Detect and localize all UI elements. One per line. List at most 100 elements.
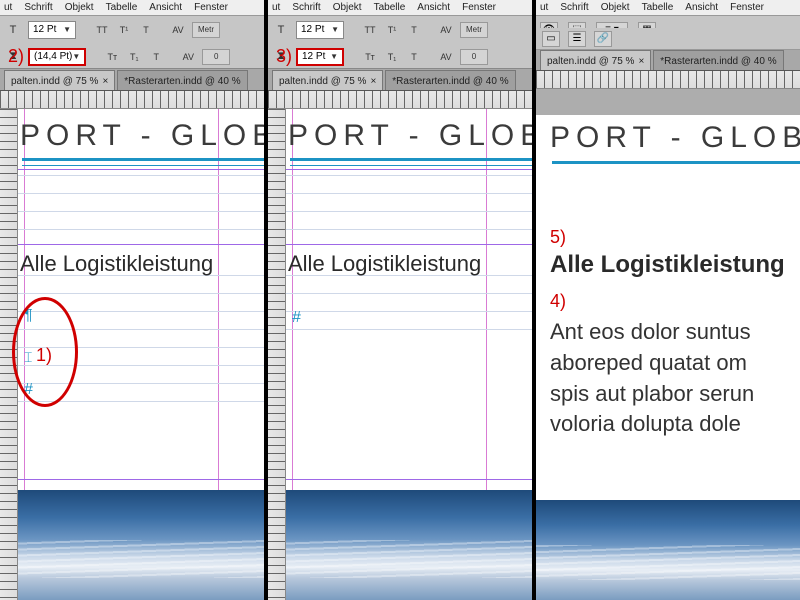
baseline: [18, 211, 264, 212]
menu-tabelle[interactable]: Tabelle: [374, 2, 406, 13]
tab-raster[interactable]: *Rasterarten.indd @ 40 %: [653, 50, 783, 70]
smallcaps-button[interactable]: Tᴛ: [104, 49, 120, 65]
menu-bar[interactable]: ut Schrift Objekt Tabelle Ansicht Fenste…: [268, 0, 532, 15]
kerning-field[interactable]: Metr: [460, 22, 488, 38]
layers-panel-icon[interactable]: ☰: [568, 31, 586, 47]
guide-h[interactable]: [18, 169, 264, 170]
document-canvas[interactable]: PORT - GLOBAL Alle Logistikleistung #: [286, 109, 532, 600]
tracking-field[interactable]: 0: [202, 49, 230, 65]
guide-h[interactable]: [286, 169, 532, 170]
baseline: [286, 329, 532, 330]
tab-active[interactable]: palten.indd @ 75 %×: [4, 70, 115, 90]
leading-field-highlighted[interactable]: 12 Pt▼: [296, 48, 344, 66]
annotation-4: 4): [550, 291, 566, 312]
links-panel-icon[interactable]: 🔗: [594, 31, 612, 47]
menu-fenster-fragment[interactable]: Fenster: [462, 2, 496, 13]
subscript-button[interactable]: T₁: [126, 49, 142, 65]
doc-title: PORT - GLOBAL: [288, 119, 532, 153]
guide-h[interactable]: [286, 244, 532, 245]
close-icon[interactable]: ×: [638, 56, 644, 67]
guide-h[interactable]: [286, 479, 532, 480]
menu-tabelle[interactable]: Tabelle: [642, 2, 674, 13]
menu-schrift[interactable]: Schrift: [560, 2, 588, 13]
close-icon[interactable]: ×: [102, 76, 108, 87]
body-line: Ant eos dolor suntus: [550, 317, 800, 348]
menu-schrift[interactable]: Schrift: [24, 2, 52, 13]
close-icon[interactable]: ×: [370, 76, 376, 87]
tab-active[interactable]: palten.indd @ 75 %×: [540, 50, 651, 70]
menu-edit-fragment[interactable]: ut: [540, 2, 548, 13]
tab-raster[interactable]: *Rasterarten.indd @ 40 %: [117, 70, 247, 90]
menu-objekt[interactable]: Objekt: [601, 2, 630, 13]
strike-button[interactable]: T: [138, 22, 154, 38]
page-area: PORT - GLOBAL Alle Logistikleistung ¶ ⌶ …: [0, 109, 264, 600]
ruler-horizontal[interactable]: [0, 91, 264, 109]
baseline: [18, 229, 264, 230]
ruler-horizontal[interactable]: [536, 71, 800, 89]
kerning-icon: AV: [438, 22, 454, 38]
tracking-field[interactable]: 0: [460, 49, 488, 65]
tracking-icon: AV: [438, 49, 454, 65]
allcaps-button[interactable]: TT: [94, 22, 110, 38]
underline-button[interactable]: T: [406, 49, 422, 65]
pages-panel-icon[interactable]: ▭: [542, 31, 560, 47]
menu-ansicht[interactable]: Ansicht: [149, 2, 182, 13]
ruler-horizontal[interactable]: [268, 91, 532, 109]
document-canvas[interactable]: PORT - GLOBAL Alle Logistikleistung ¶ ⌶ …: [18, 109, 264, 600]
panel-middle: ut Schrift Objekt Tabelle Ansicht Fenste…: [268, 0, 536, 600]
menu-tabelle[interactable]: Tabelle: [106, 2, 138, 13]
superscript-button[interactable]: T¹: [116, 22, 132, 38]
superscript-button[interactable]: T¹: [384, 22, 400, 38]
ruler-vertical[interactable]: [268, 109, 286, 600]
title-underline-thin: [290, 165, 532, 166]
menu-fenster-fragment[interactable]: Fenster: [730, 2, 764, 13]
font-size-field[interactable]: 12 Pt▼: [28, 21, 76, 39]
baseline: [286, 311, 532, 312]
menu-ansicht[interactable]: Ansicht: [417, 2, 450, 13]
control-panel: T 12 Pt▼ TT T¹ T AV Metr ⧗ (14,4 Pt)▼ Tᴛ…: [0, 15, 264, 69]
leading-field-highlighted[interactable]: (14,4 Pt)▼: [28, 48, 86, 66]
menu-fenster-fragment[interactable]: Fenster: [194, 2, 228, 13]
menu-objekt[interactable]: Objekt: [333, 2, 362, 13]
title-underline: [290, 158, 532, 161]
panel-left: ut Schrift Objekt Tabelle Ansicht Fenste…: [0, 0, 268, 600]
menu-edit-fragment[interactable]: ut: [272, 2, 280, 13]
control-panel: T 12 Pt▼ TT T¹ T AV Metr ⧗ 12 Pt▼ Tᴛ T₁ …: [268, 15, 532, 69]
menu-bar[interactable]: ut Schrift Objekt Tabelle Ansicht Fenste…: [536, 0, 800, 15]
underline-button[interactable]: T: [148, 49, 164, 65]
body-line: voloria dolupta dole: [550, 409, 800, 440]
allcaps-button[interactable]: TT: [362, 22, 378, 38]
font-size-field[interactable]: 12 Pt▼: [296, 21, 344, 39]
menu-objekt[interactable]: Objekt: [65, 2, 94, 13]
menu-bar[interactable]: ut Schrift Objekt Tabelle Ansicht Fenste…: [0, 0, 264, 15]
tab-raster[interactable]: *Rasterarten.indd @ 40 %: [385, 70, 515, 90]
body-line: aboreped quatat om: [550, 348, 800, 379]
body-text: Ant eos dolor suntus aboreped quatat om …: [550, 317, 800, 440]
menu-schrift[interactable]: Schrift: [292, 2, 320, 13]
page-area: PORT - GLOBAL Alle Logistikleistung #: [268, 109, 532, 600]
annotation-1: 1): [36, 345, 52, 366]
baseline: [286, 293, 532, 294]
baseline: [286, 211, 532, 212]
sky-image: [286, 490, 532, 600]
headline-text: Alle Logistikleistung: [288, 251, 481, 277]
strike-button[interactable]: T: [406, 22, 422, 38]
annotation-5: 5): [550, 227, 566, 248]
tab-active[interactable]: palten.indd @ 75 %×: [272, 70, 383, 90]
baseline: [18, 193, 264, 194]
guide-h[interactable]: [18, 244, 264, 245]
title-underline: [552, 161, 800, 164]
document-canvas[interactable]: PORT - GLOBAL 5) Alle Logistikleistung 4…: [536, 115, 800, 600]
subscript-button[interactable]: T₁: [384, 49, 400, 65]
smallcaps-button[interactable]: Tᴛ: [362, 49, 378, 65]
document-tabs: palten.indd @ 75 %× *Rasterarten.indd @ …: [268, 69, 532, 91]
kerning-field[interactable]: Metr: [192, 22, 220, 38]
page-area: PORT - GLOBAL 5) Alle Logistikleistung 4…: [536, 115, 800, 600]
menu-ansicht[interactable]: Ansicht: [685, 2, 718, 13]
document-tabs: palten.indd @ 75 %× *Rasterarten.indd @ …: [0, 69, 264, 91]
guide-h[interactable]: [18, 479, 264, 480]
annotation-2: 2): [8, 46, 24, 67]
title-underline: [22, 158, 264, 161]
font-size-icon: T: [4, 21, 22, 39]
menu-edit-fragment[interactable]: ut: [4, 2, 12, 13]
